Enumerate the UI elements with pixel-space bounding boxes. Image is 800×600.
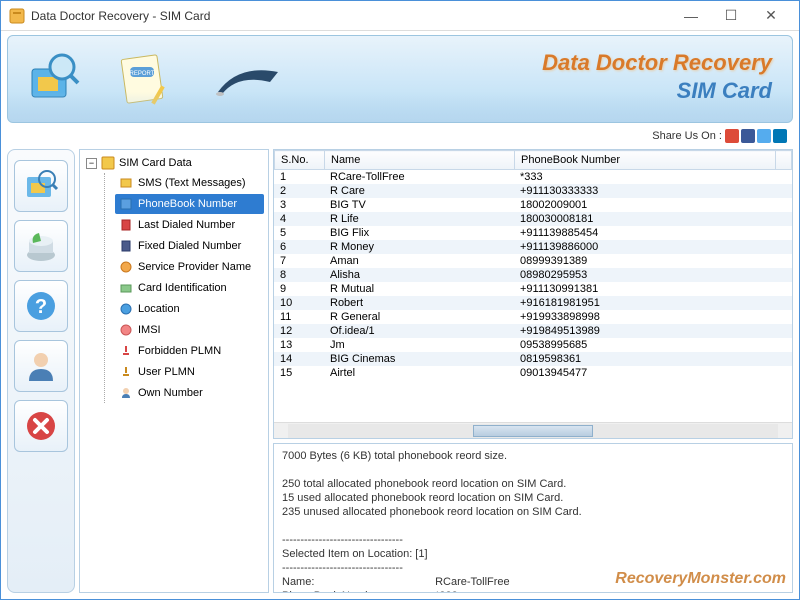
minimize-button[interactable]: —: [671, 2, 711, 30]
table-row[interactable]: 2R Care+911130333333: [274, 184, 792, 198]
sim-icon: [101, 156, 115, 170]
banner-line1: Data Doctor Recovery: [542, 50, 772, 76]
save-button[interactable]: [14, 220, 68, 272]
table-row[interactable]: 15Airtel09013945477: [274, 366, 792, 380]
tree-root-label: SIM Card Data: [119, 157, 192, 169]
content-area: ? − SIM Card Data SMS (Text Messages) Pho…: [1, 147, 799, 599]
table-row[interactable]: 11R General+919933898998: [274, 310, 792, 324]
scan-button[interactable]: [14, 160, 68, 212]
window-title: Data Doctor Recovery - SIM Card: [31, 9, 671, 23]
detail-used: 15 used allocated phonebook reord locati…: [282, 492, 784, 504]
tree-item-user-plmn[interactable]: User PLMN: [115, 362, 264, 382]
exit-button[interactable]: [14, 400, 68, 452]
sidebar: ?: [7, 149, 75, 593]
tree-item-label: Location: [138, 303, 180, 315]
tree-item-card-identification[interactable]: Card Identification: [115, 278, 264, 298]
tree-item-icon: [119, 302, 133, 316]
table-row[interactable]: 1RCare-TollFree*333: [274, 170, 792, 184]
tree-panel: − SIM Card Data SMS (Text Messages) Phone…: [79, 149, 269, 593]
detail-number-row: PhoneBook Number: *333: [282, 590, 784, 593]
col-name[interactable]: Name: [325, 151, 515, 170]
tree-item-icon: [119, 239, 133, 253]
tree-item-phonebook-number[interactable]: PhoneBook Number: [115, 194, 264, 214]
tree-item-label: PhoneBook Number: [138, 198, 237, 210]
right-panel: S.No. Name PhoneBook Number 1RCare-TollF…: [273, 149, 793, 593]
table-row[interactable]: 13Jm09538995685: [274, 338, 792, 352]
col-scrollbar: [776, 151, 792, 170]
tree-item-icon: [119, 344, 133, 358]
app-icon: [9, 8, 25, 24]
banner-title: Data Doctor Recovery SIM Card: [542, 50, 772, 104]
col-sno[interactable]: S.No.: [275, 151, 325, 170]
table-row[interactable]: 12Of.idea/1+919849513989: [274, 324, 792, 338]
detail-selected: Selected Item on Location: [1]: [282, 548, 784, 560]
banner: REPORT Data Doctor Recovery SIM Card: [7, 35, 793, 123]
tree-item-own-number[interactable]: Own Number: [115, 383, 264, 403]
horizontal-scrollbar[interactable]: [274, 422, 792, 438]
tree-item-label: Card Identification: [138, 282, 227, 294]
table-row[interactable]: 9R Mutual+911130991381: [274, 282, 792, 296]
tree-item-icon: [119, 197, 133, 211]
close-button[interactable]: ✕: [751, 2, 791, 30]
table-row[interactable]: 8Alisha08980295953: [274, 268, 792, 282]
tree-item-forbidden-plmn[interactable]: Forbidden PLMN: [115, 341, 264, 361]
window-controls: — ☐ ✕: [671, 2, 791, 30]
tree-item-last-dialed-number[interactable]: Last Dialed Number: [115, 215, 264, 235]
table-header-row: S.No. Name PhoneBook Number: [275, 151, 792, 170]
table-row[interactable]: 5BIG Flix+911139885454: [274, 226, 792, 240]
tree-item-location[interactable]: Location: [115, 299, 264, 319]
share-twitter-icon[interactable]: [757, 129, 771, 143]
tree-item-icon: [119, 323, 133, 337]
watermark: RecoveryMonster.com: [615, 570, 786, 588]
tree-item-label: User PLMN: [138, 366, 195, 378]
table-row[interactable]: 7Aman08999391389: [274, 254, 792, 268]
detail-panel: 7000 Bytes (6 KB) total phonebook reord …: [273, 443, 793, 593]
table-row[interactable]: 10Robert+916181981951: [274, 296, 792, 310]
table-row[interactable]: 14BIG Cinemas0819598361: [274, 352, 792, 366]
scrollbar-thumb[interactable]: [473, 425, 593, 437]
svg-text:REPORT: REPORT: [130, 71, 155, 77]
tree-item-label: Own Number: [138, 387, 203, 399]
app-window: Data Doctor Recovery - SIM Card — ☐ ✕ RE…: [0, 0, 800, 600]
maximize-button[interactable]: ☐: [711, 2, 751, 30]
table-row[interactable]: 6R Money+911139886000: [274, 240, 792, 254]
tree-item-label: Fixed Dialed Number: [138, 240, 241, 252]
tree-item-label: IMSI: [138, 324, 161, 336]
tree-item-sms-text-messages-[interactable]: SMS (Text Messages): [115, 173, 264, 193]
share-label: Share Us On :: [652, 130, 722, 142]
help-button[interactable]: ?: [14, 280, 68, 332]
titlebar: Data Doctor Recovery - SIM Card — ☐ ✕: [1, 1, 799, 31]
user-button[interactable]: [14, 340, 68, 392]
tree-item-icon: [119, 260, 133, 274]
col-number[interactable]: PhoneBook Number: [515, 151, 776, 170]
tree-item-icon: [119, 386, 133, 400]
tree-item-label: SMS (Text Messages): [138, 177, 246, 189]
tree-item-service-provider-name[interactable]: Service Provider Name: [115, 257, 264, 277]
tree-item-icon: [119, 176, 133, 190]
tree-item-icon: [119, 281, 133, 295]
tree-item-icon: [119, 218, 133, 232]
phonebook-table: S.No. Name PhoneBook Number 1RCare-TollF…: [273, 149, 793, 439]
tree-item-icon: [119, 365, 133, 379]
share-linkedin-icon[interactable]: [773, 129, 787, 143]
share-facebook-icon[interactable]: [741, 129, 755, 143]
tree-root[interactable]: − SIM Card Data: [84, 154, 264, 172]
tree-item-label: Last Dialed Number: [138, 219, 235, 231]
table-row[interactable]: 4R Life180030008181: [274, 212, 792, 226]
share-bar: Share Us On :: [1, 127, 799, 147]
tree-item-imsi[interactable]: IMSI: [115, 320, 264, 340]
detail-total: 250 total allocated phonebook reord loca…: [282, 478, 784, 490]
svg-text:?: ?: [35, 296, 47, 318]
table-row[interactable]: 3BIG TV18002009001: [274, 198, 792, 212]
tree-collapse-icon[interactable]: −: [86, 158, 97, 169]
detail-sep1: ---------------------------------: [282, 534, 784, 546]
detail-size: 7000 Bytes (6 KB) total phonebook reord …: [282, 450, 784, 462]
tree-item-fixed-dialed-number[interactable]: Fixed Dialed Number: [115, 236, 264, 256]
tree-item-label: Forbidden PLMN: [138, 345, 221, 357]
detail-unused: 235 unused allocated phonebook reord loc…: [282, 506, 784, 518]
share-googleplus-icon[interactable]: [725, 129, 739, 143]
tree-item-label: Service Provider Name: [138, 261, 251, 273]
banner-line2: SIM Card: [542, 78, 772, 104]
tree-children: SMS (Text Messages) PhoneBook Number Last …: [104, 173, 264, 403]
